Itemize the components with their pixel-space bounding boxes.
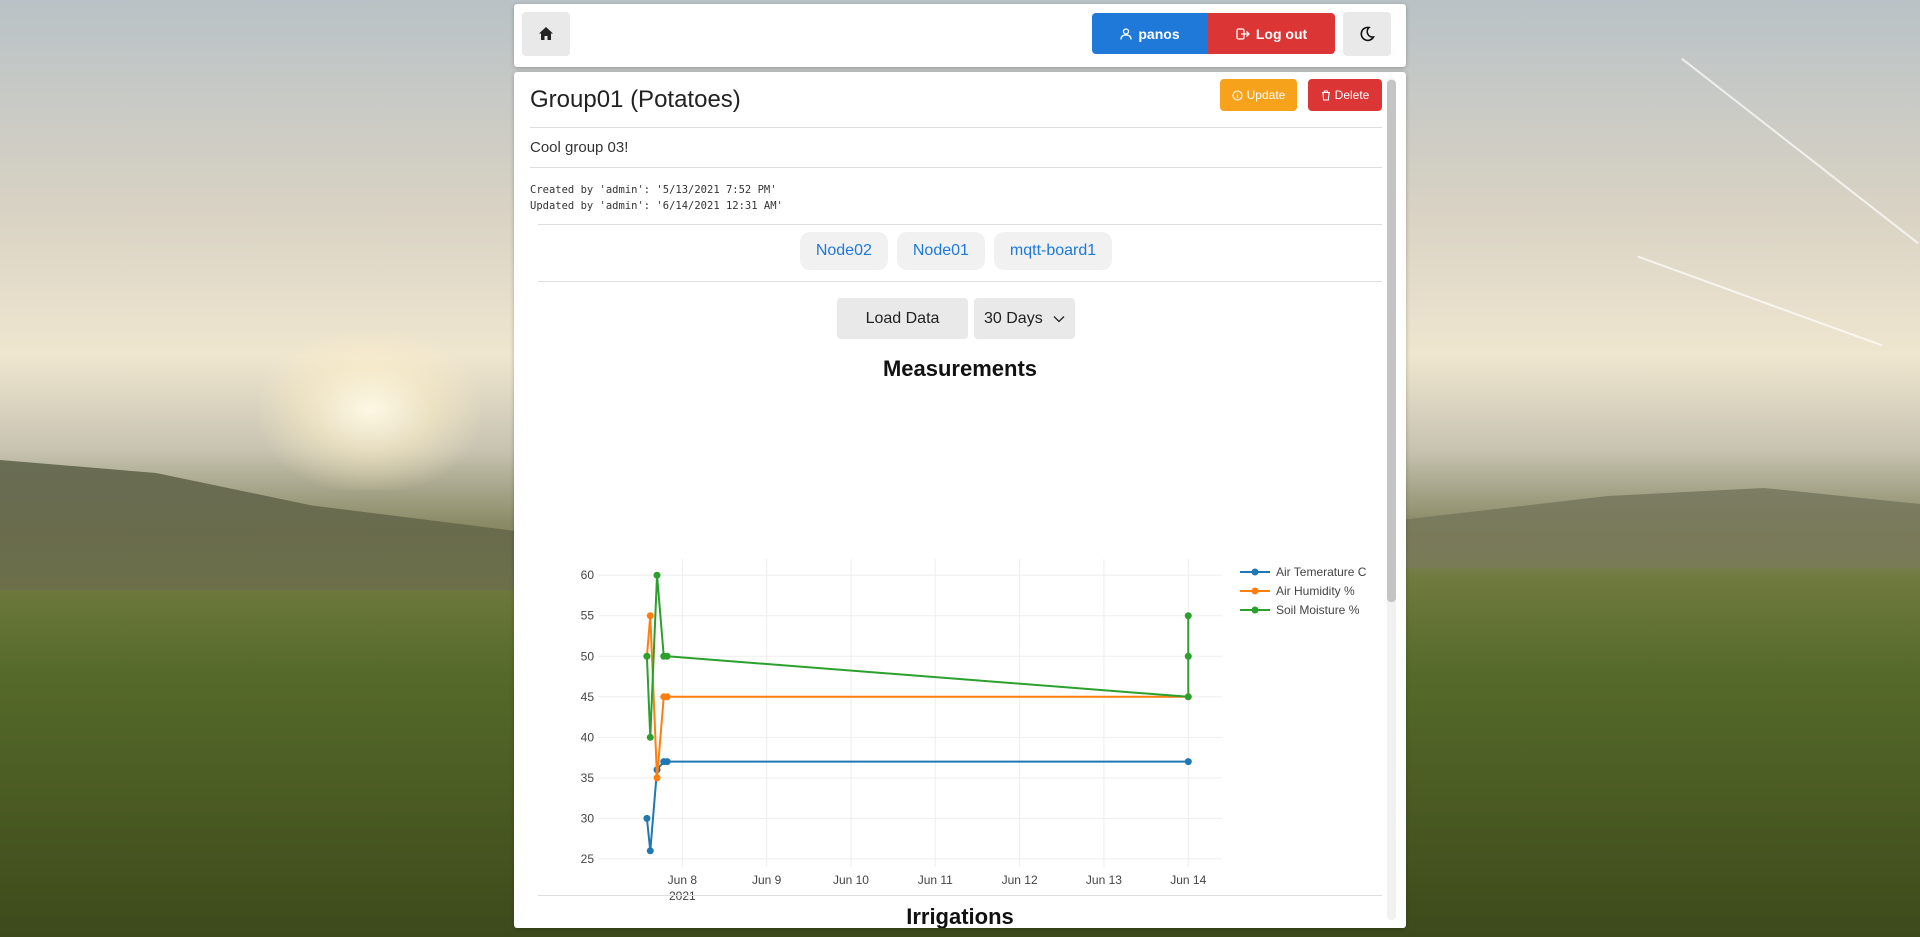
series-line [645, 615, 1189, 778]
updated-info: Updated by 'admin': '6/14/2021 12:31 AM' [530, 200, 783, 212]
x-tick-label: Jun 14 [1170, 873, 1206, 887]
group-description: Cool group 03! [530, 139, 629, 156]
trash-icon [1321, 89, 1330, 101]
data-point [646, 847, 654, 855]
x-tick-label: Jun 12 [1002, 873, 1038, 887]
y-tick-label: 25 [581, 852, 595, 866]
background-contrail [1681, 57, 1919, 245]
x-tick-label: Jun 13 [1086, 873, 1122, 887]
legend-marker [1251, 587, 1259, 595]
range-select[interactable]: 30 Days [974, 298, 1075, 339]
node-link[interactable]: Node01 [896, 232, 985, 270]
home-button[interactable] [522, 12, 570, 56]
y-tick-label: 45 [581, 690, 595, 704]
chart-title: Measurements [882, 356, 1038, 381]
legend-marker [1251, 568, 1259, 576]
group-title: Group01 (Potatoes) [530, 86, 741, 113]
y-tick-label: 50 [581, 649, 595, 663]
logout-label: Log out [1255, 25, 1308, 42]
data-point [643, 814, 651, 822]
update-label: Update [1246, 88, 1286, 102]
created-info: Created by 'admin': '5/13/2021 7:52 PM' [530, 184, 777, 196]
theme-toggle-button[interactable] [1343, 12, 1391, 56]
series-line [645, 760, 1189, 851]
scrollbar-thumb[interactable] [1387, 80, 1396, 602]
divider [538, 895, 1382, 896]
user-name: panos [1138, 25, 1180, 42]
data-point [643, 652, 651, 660]
data-point [653, 774, 661, 782]
load-data-button[interactable]: Load Data [837, 298, 968, 339]
measurements-chart: 25 30 35 40 45 50 55 60 Jun 8 Jun 9 Jun 10 Jun 11 Ju… [581, 559, 1367, 902]
data-point [1184, 652, 1192, 660]
x-tick-label: Jun 11 [918, 873, 953, 887]
delete-label: Delete [1334, 88, 1370, 102]
range-value: 30 Days [984, 309, 1043, 327]
node-link[interactable]: mqtt-board1 [993, 232, 1113, 270]
data-point [663, 652, 671, 660]
divider [538, 281, 1382, 282]
divider [530, 167, 1382, 168]
data-point [1184, 693, 1192, 701]
group-meta: Created by 'admin': '5/13/2021 7:52 PM' … [530, 182, 783, 214]
legend-marker [1251, 606, 1259, 614]
node-link[interactable]: Node02 [799, 232, 888, 270]
data-point [653, 571, 661, 579]
data-point [646, 612, 654, 620]
background-hills-right [1400, 488, 1920, 568]
legend-label: Air Temerature C [1276, 565, 1367, 579]
x-tick-label: Jun 8 [668, 873, 698, 887]
legend-label: Soil Moisture % [1276, 603, 1360, 617]
group-card: Group01 (Potatoes) Update Delete Cool gr… [514, 72, 1406, 928]
x-tick-label: Jun 10 [833, 873, 869, 887]
user-icon [1120, 27, 1133, 40]
user-button[interactable]: panos [1092, 13, 1208, 54]
data-point [646, 733, 654, 741]
data-point [1184, 612, 1192, 620]
info-icon [1232, 89, 1243, 101]
scrollbar[interactable] [1387, 78, 1396, 920]
chevron-down-icon [1053, 315, 1065, 322]
background-contrail [1637, 255, 1883, 347]
divider [530, 127, 1382, 128]
logout-button[interactable]: Log out [1208, 13, 1335, 54]
y-tick-label: 35 [581, 771, 595, 785]
data-point [1184, 758, 1192, 766]
delete-button[interactable]: Delete [1308, 79, 1382, 111]
top-navbar: panos Log out [514, 4, 1406, 67]
legend-label: Air Humidity % [1276, 584, 1355, 598]
y-tick-label: 55 [581, 609, 595, 623]
logout-icon [1236, 27, 1250, 40]
home-icon [539, 27, 553, 40]
x-tick-label: Jun 9 [752, 873, 782, 887]
irrigations-title: Irrigations [906, 904, 1014, 928]
y-tick-label: 30 [581, 811, 595, 825]
update-button[interactable]: Update [1220, 79, 1297, 111]
y-tick-label: 60 [581, 568, 595, 582]
background-sun [260, 330, 480, 490]
divider [538, 224, 1382, 225]
data-point [663, 758, 671, 766]
node-list: Node02 Node01 mqtt-board1 [530, 232, 1382, 270]
moon-icon [1360, 26, 1375, 42]
data-point [663, 693, 671, 701]
y-tick-label: 40 [581, 730, 595, 744]
